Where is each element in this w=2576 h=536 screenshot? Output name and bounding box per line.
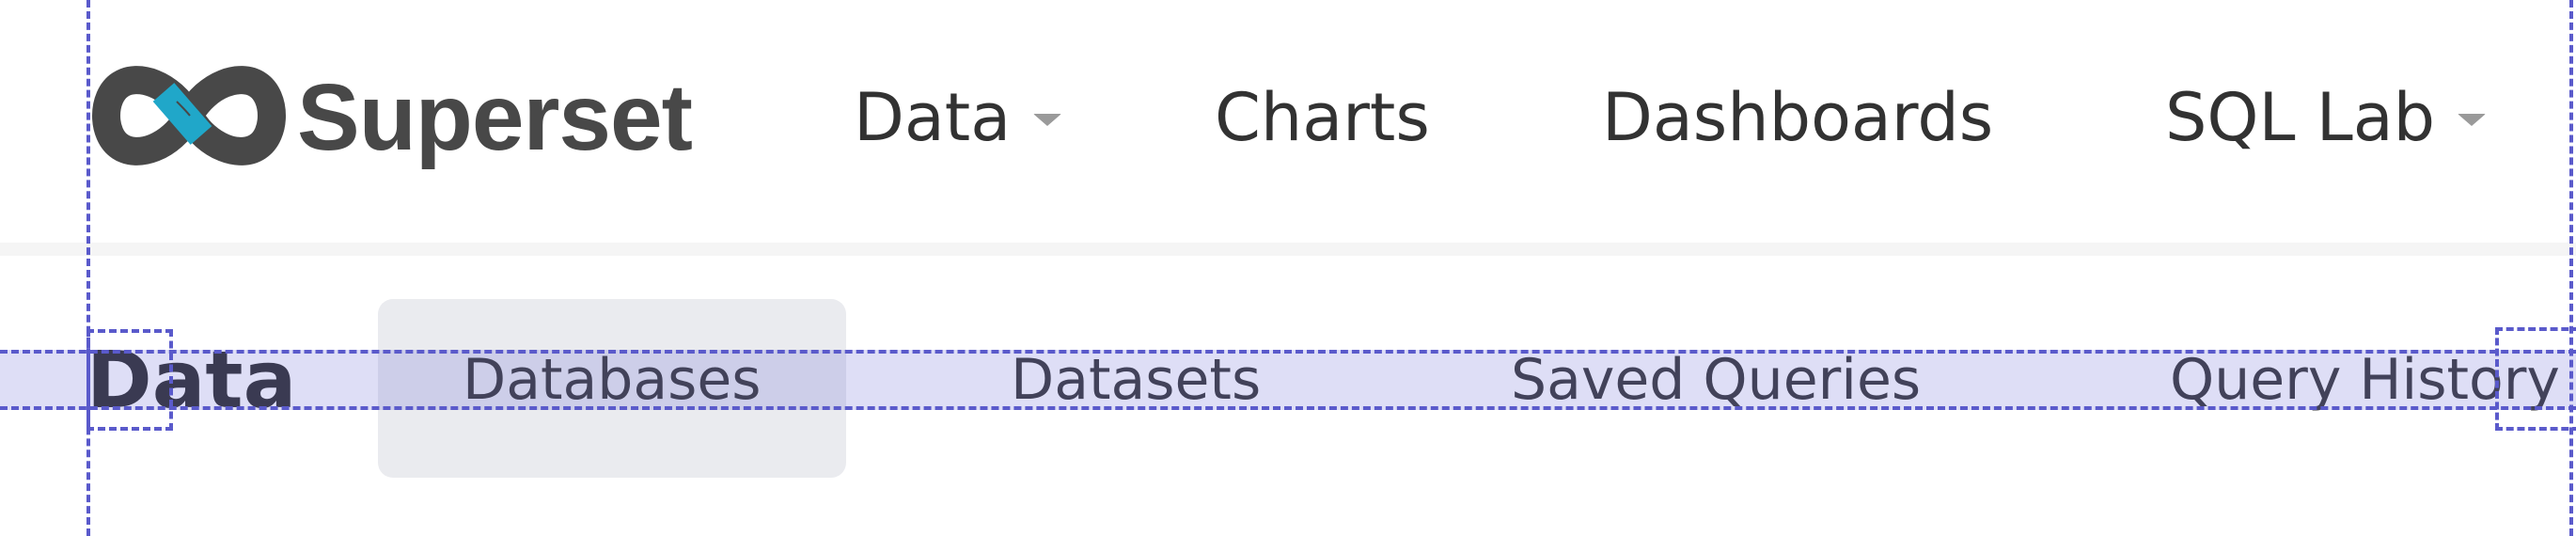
nav-item-label: Dashboards bbox=[1602, 79, 1994, 156]
nav-item-data[interactable]: Data bbox=[854, 79, 1062, 156]
overlay-guide-left bbox=[86, 0, 90, 536]
nav-item-label: Data bbox=[854, 79, 1012, 156]
caret-down-icon bbox=[1033, 113, 1062, 126]
caret-down-icon bbox=[2458, 113, 2487, 126]
nav-item-label: Charts bbox=[1215, 79, 1430, 156]
section-divider bbox=[0, 243, 2576, 256]
overlay-guide-right bbox=[2569, 0, 2573, 536]
overlay-highlight-band bbox=[0, 350, 2576, 410]
brand-name: Superset bbox=[297, 65, 693, 170]
nav-item-label: SQL Lab bbox=[2165, 79, 2436, 156]
top-navbar: Superset Data Charts Dashboards SQL Lab bbox=[0, 0, 2576, 243]
brand[interactable]: Superset bbox=[81, 55, 693, 177]
overlay-box-right bbox=[2495, 327, 2576, 431]
nav-item-dashboards[interactable]: Dashboards bbox=[1602, 79, 1993, 156]
overlay-box-left bbox=[86, 329, 173, 431]
app-root: Superset Data Charts Dashboards SQL Lab … bbox=[0, 0, 2576, 536]
superset-logo-icon bbox=[92, 66, 286, 166]
nav-item-charts[interactable]: Charts bbox=[1215, 79, 1430, 156]
nav-item-sql-lab[interactable]: SQL Lab bbox=[2165, 79, 2487, 156]
